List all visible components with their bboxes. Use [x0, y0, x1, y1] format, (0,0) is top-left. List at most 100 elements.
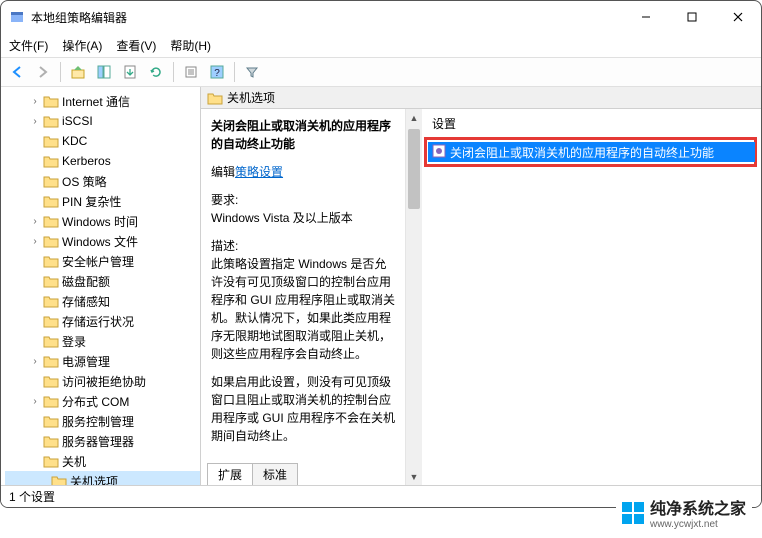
- tree-node[interactable]: 安全帐户管理: [5, 251, 200, 271]
- maximize-button[interactable]: [669, 1, 715, 33]
- description-label: 描述:: [211, 237, 395, 255]
- menu-action[interactable]: 操作(A): [62, 37, 102, 54]
- tree-node-label: 存储感知: [62, 293, 110, 310]
- tree-node[interactable]: › 分布式 COM: [5, 391, 200, 411]
- tree-node-label: 访问被拒绝协助: [62, 373, 146, 390]
- tree-node[interactable]: 存储感知: [5, 291, 200, 311]
- tab-standard[interactable]: 标准: [252, 463, 298, 485]
- tree-node[interactable]: ›Windows 时间: [5, 211, 200, 231]
- menu-view[interactable]: 查看(V): [116, 37, 156, 54]
- tree-pane[interactable]: ›Internet 通信›iSCSI KDC Kerberos OS 策略PIN 复杂…: [1, 87, 201, 485]
- tree-node[interactable]: PIN 复杂性: [5, 191, 200, 211]
- titlebar: 本地组策略编辑器: [1, 1, 761, 33]
- refresh-button[interactable]: [144, 60, 168, 84]
- description-pane: 关闭会阻止或取消关机的应用程序的自动终止功能 编辑策略设置 要求: Window…: [201, 109, 405, 485]
- back-button[interactable]: [5, 60, 29, 84]
- folder-icon: [207, 91, 223, 105]
- tree-node[interactable]: ›电源管理: [5, 351, 200, 371]
- forward-button[interactable]: [31, 60, 55, 84]
- toolbar-separator: [60, 62, 61, 82]
- properties-button[interactable]: [179, 60, 203, 84]
- folder-icon: [43, 414, 59, 428]
- description-p2: 如果启用此设置，则没有可见顶级窗口且阻止或取消关机的控制台应用程序或 GUI 应…: [211, 373, 395, 445]
- description-p1: 此策略设置指定 Windows 是否允许没有可见顶级窗口的控制台应用程序和 GU…: [211, 255, 395, 363]
- folder-icon: [43, 134, 59, 148]
- requirements-label: 要求:: [211, 191, 395, 209]
- tree-node[interactable]: KDC: [5, 131, 200, 151]
- app-icon: [9, 9, 25, 25]
- watermark: 纯净系统之家 www.ycwjxt.net: [616, 493, 752, 532]
- watermark-url: www.ycwjxt.net: [650, 519, 746, 530]
- tree-node-label: 服务器管理器: [62, 433, 134, 450]
- tree-node-label: 存储运行状况: [62, 313, 134, 330]
- tree-node[interactable]: 登录: [5, 331, 200, 351]
- toolbar: ?: [1, 57, 761, 87]
- scroll-up-icon[interactable]: ▲: [406, 109, 422, 126]
- tree-node[interactable]: 关机: [5, 451, 200, 471]
- help-button[interactable]: ?: [205, 60, 229, 84]
- tree-node[interactable]: 存储运行状况: [5, 311, 200, 331]
- close-button[interactable]: [715, 1, 761, 33]
- folder-icon: [43, 374, 59, 388]
- tree-node[interactable]: 服务器管理器: [5, 431, 200, 451]
- tree-node[interactable]: OS 策略: [5, 171, 200, 191]
- expand-icon[interactable]: ›: [29, 116, 41, 127]
- tree-node-label: 服务控制管理: [62, 413, 134, 430]
- expand-icon[interactable]: ›: [29, 236, 41, 247]
- folder-icon: [43, 254, 59, 268]
- menu-help[interactable]: 帮助(H): [170, 37, 211, 54]
- folder-icon: [43, 214, 59, 228]
- settings-column-header[interactable]: 设置: [422, 109, 761, 138]
- tree-node[interactable]: 磁盘配额: [5, 271, 200, 291]
- expand-icon[interactable]: ›: [29, 216, 41, 227]
- desc-scrollbar[interactable]: ▲ ▼: [405, 109, 422, 485]
- expand-icon[interactable]: ›: [29, 396, 41, 407]
- folder-icon: [43, 234, 59, 248]
- tree-node[interactable]: ›iSCSI: [5, 111, 200, 131]
- export-list-button[interactable]: [118, 60, 142, 84]
- tree-node[interactable]: Kerberos: [5, 151, 200, 171]
- folder-icon: [43, 434, 59, 448]
- tree-node-label: 关机选项: [70, 473, 118, 486]
- tree-node-label: Windows 文件: [62, 233, 138, 250]
- policy-setting-icon: [432, 144, 446, 161]
- tree-node-label: OS 策略: [62, 173, 107, 190]
- window-controls: [623, 1, 761, 33]
- expand-icon[interactable]: ›: [29, 356, 41, 367]
- show-hide-tree-button[interactable]: [92, 60, 116, 84]
- expand-icon[interactable]: ›: [29, 96, 41, 107]
- edit-policy-link[interactable]: 策略设置: [235, 165, 283, 179]
- settings-pane: 设置 关闭会阻止或取消关机的应用程序的自动终止功能: [422, 109, 761, 485]
- tab-extended[interactable]: 扩展: [207, 463, 253, 485]
- tree-node-label: 安全帐户管理: [62, 253, 134, 270]
- tree-node[interactable]: 服务控制管理: [5, 411, 200, 431]
- requirements-value: Windows Vista 及以上版本: [211, 209, 395, 227]
- watermark-logo-icon: [622, 502, 644, 524]
- setting-item-label: 关闭会阻止或取消关机的应用程序的自动终止功能: [450, 144, 714, 161]
- folder-icon: [43, 194, 59, 208]
- minimize-button[interactable]: [623, 1, 669, 33]
- view-tabs: 扩展 标准: [207, 463, 297, 485]
- folder-icon: [43, 174, 59, 188]
- setting-item[interactable]: 关闭会阻止或取消关机的应用程序的自动终止功能: [428, 142, 755, 162]
- folder-icon: [43, 154, 59, 168]
- up-button[interactable]: [66, 60, 90, 84]
- menu-file[interactable]: 文件(F): [9, 37, 48, 54]
- tree-node[interactable]: ›Internet 通信: [5, 91, 200, 111]
- folder-icon: [43, 274, 59, 288]
- tree-node[interactable]: 访问被拒绝协助: [5, 371, 200, 391]
- folder-icon: [51, 474, 67, 485]
- tree-node-label: 关机: [62, 453, 86, 470]
- tree-node[interactable]: 关机选项: [5, 471, 200, 485]
- filter-button[interactable]: [240, 60, 264, 84]
- tree-node-label: KDC: [62, 134, 87, 148]
- tree-node[interactable]: › Windows 文件: [5, 231, 200, 251]
- tree-node-label: 分布式 COM: [62, 393, 129, 410]
- right-pane: 关机选项 关闭会阻止或取消关机的应用程序的自动终止功能 编辑策略设置 要求: W…: [201, 87, 761, 485]
- scroll-thumb[interactable]: [408, 129, 420, 209]
- scroll-down-icon[interactable]: ▼: [406, 468, 422, 485]
- toolbar-separator: [234, 62, 235, 82]
- policy-title: 关闭会阻止或取消关机的应用程序的自动终止功能: [211, 117, 395, 153]
- watermark-text: 纯净系统之家: [650, 495, 746, 519]
- app-window: 本地组策略编辑器 文件(F) 操作(A) 查看(V) 帮助(H) ? ›Inte…: [0, 0, 762, 508]
